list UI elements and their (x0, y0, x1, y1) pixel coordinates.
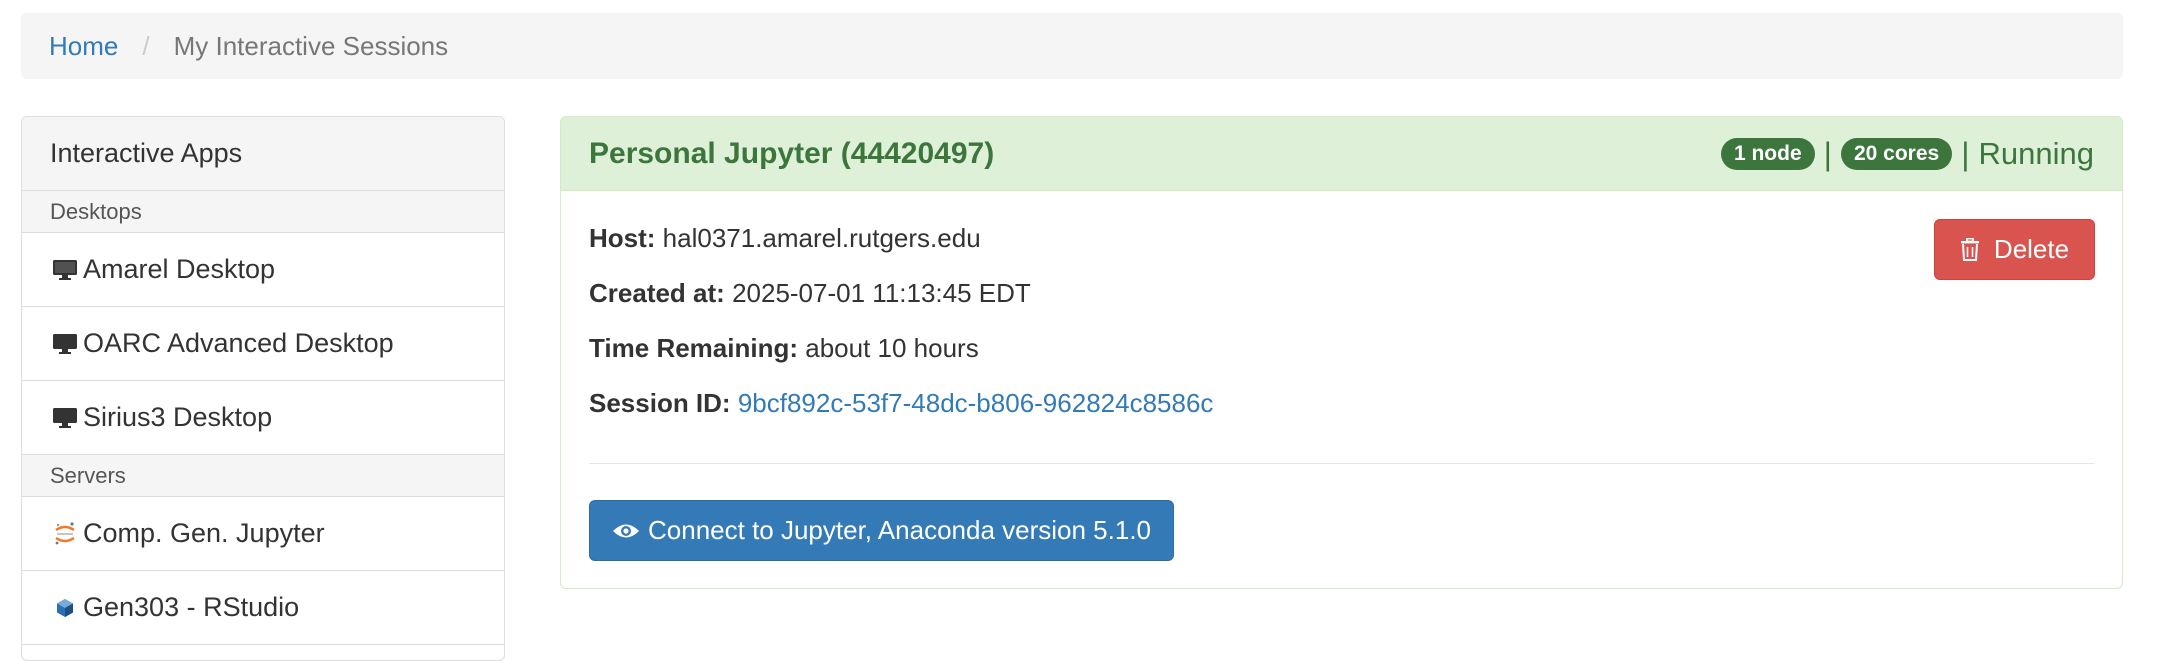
sidebar-item-amarel-desktop[interactable]: Amarel Desktop (22, 233, 504, 307)
time-remaining-row: Time Remaining: about 10 hours (589, 329, 2094, 384)
sidebar-item-label: OARC Advanced Desktop (83, 328, 394, 358)
connect-to-jupyter-button[interactable]: Connect to Jupyter, Anaconda version 5.1… (589, 500, 1175, 561)
created-at-label: Created at: (589, 278, 725, 308)
session-id-link[interactable]: 9bcf892c-53f7-48dc-b806-962824c8586c (738, 388, 1214, 418)
breadcrumb: Home / My Interactive Sessions (21, 13, 2123, 79)
host-value: hal0371.amarel.rutgers.edu (662, 223, 981, 253)
desktop-icon (50, 255, 80, 285)
sidebar-group-servers: Servers (22, 455, 504, 497)
time-remaining-label: Time Remaining: (589, 333, 799, 363)
eye-icon (612, 521, 640, 541)
desktop-icon (50, 329, 80, 359)
created-at-row: Created at: 2025-07-01 11:13:45 EDT (589, 274, 2094, 329)
time-remaining-value: about 10 hours (805, 333, 979, 363)
rstudio-icon (50, 593, 80, 623)
session-status: Running (1978, 135, 2094, 171)
cores-badge: 20 cores (1840, 137, 1953, 170)
sidebar-heading: Interactive Apps (22, 117, 504, 191)
session-status-group: 1 node | 20 cores | Running (1720, 135, 2094, 172)
sidebar-item-label: Amarel Desktop (83, 254, 276, 284)
sidebar-group-desktops: Desktops (22, 191, 504, 233)
desktop-icon (50, 403, 80, 433)
breadcrumb-home-link[interactable]: Home (49, 31, 118, 62)
breadcrumb-current: My Interactive Sessions (173, 30, 449, 61)
sidebar-item-label: Sirius3 Desktop (83, 402, 273, 432)
session-panel: Personal Jupyter (44420497) 1 node | 20 … (560, 116, 2123, 589)
sidebar-item-gen303-rstudio[interactable]: Gen303 - RStudio (22, 571, 504, 645)
status-separator: | (1961, 135, 1970, 172)
sidebar-item-comp-gen-jupyter[interactable]: Comp. Gen. Jupyter (22, 497, 504, 571)
connect-button-label: Connect to Jupyter, Anaconda version 5.1… (648, 515, 1152, 545)
created-at-value: 2025-07-01 11:13:45 EDT (732, 278, 1031, 308)
session-id-label: Session ID: (589, 388, 731, 418)
sidebar-item-sirius3-desktop[interactable]: Sirius3 Desktop (22, 381, 504, 455)
session-id-row: Session ID: 9bcf892c-53f7-48dc-b806-9628… (589, 384, 2094, 439)
sidebar-item-label: Comp. Gen. Jupyter (83, 518, 325, 548)
divider (589, 463, 2094, 464)
delete-button[interactable]: Delete (1934, 219, 2095, 280)
breadcrumb-separator: / (142, 30, 150, 61)
sidebar-item-oarc-advanced-desktop[interactable]: OARC Advanced Desktop (22, 307, 504, 381)
session-title: Personal Jupyter (44420497) (589, 136, 995, 170)
status-separator: | (1823, 135, 1832, 172)
host-label: Host: (589, 223, 656, 253)
sidebar-item-label: Gen303 - RStudio (83, 592, 300, 622)
session-panel-heading: Personal Jupyter (44420497) 1 node | 20 … (561, 117, 2122, 191)
trash-icon (1960, 237, 1980, 262)
nodes-badge: 1 node (1720, 137, 1815, 170)
interactive-apps-sidebar: Interactive Apps Desktops Amarel Desktop… (21, 116, 505, 661)
jupyter-icon (50, 519, 80, 549)
delete-button-label: Delete (1993, 234, 2070, 264)
session-panel-body: Host: hal0371.amarel.rutgers.edu Created… (561, 191, 2122, 561)
host-row: Host: hal0371.amarel.rutgers.edu (589, 219, 2094, 274)
